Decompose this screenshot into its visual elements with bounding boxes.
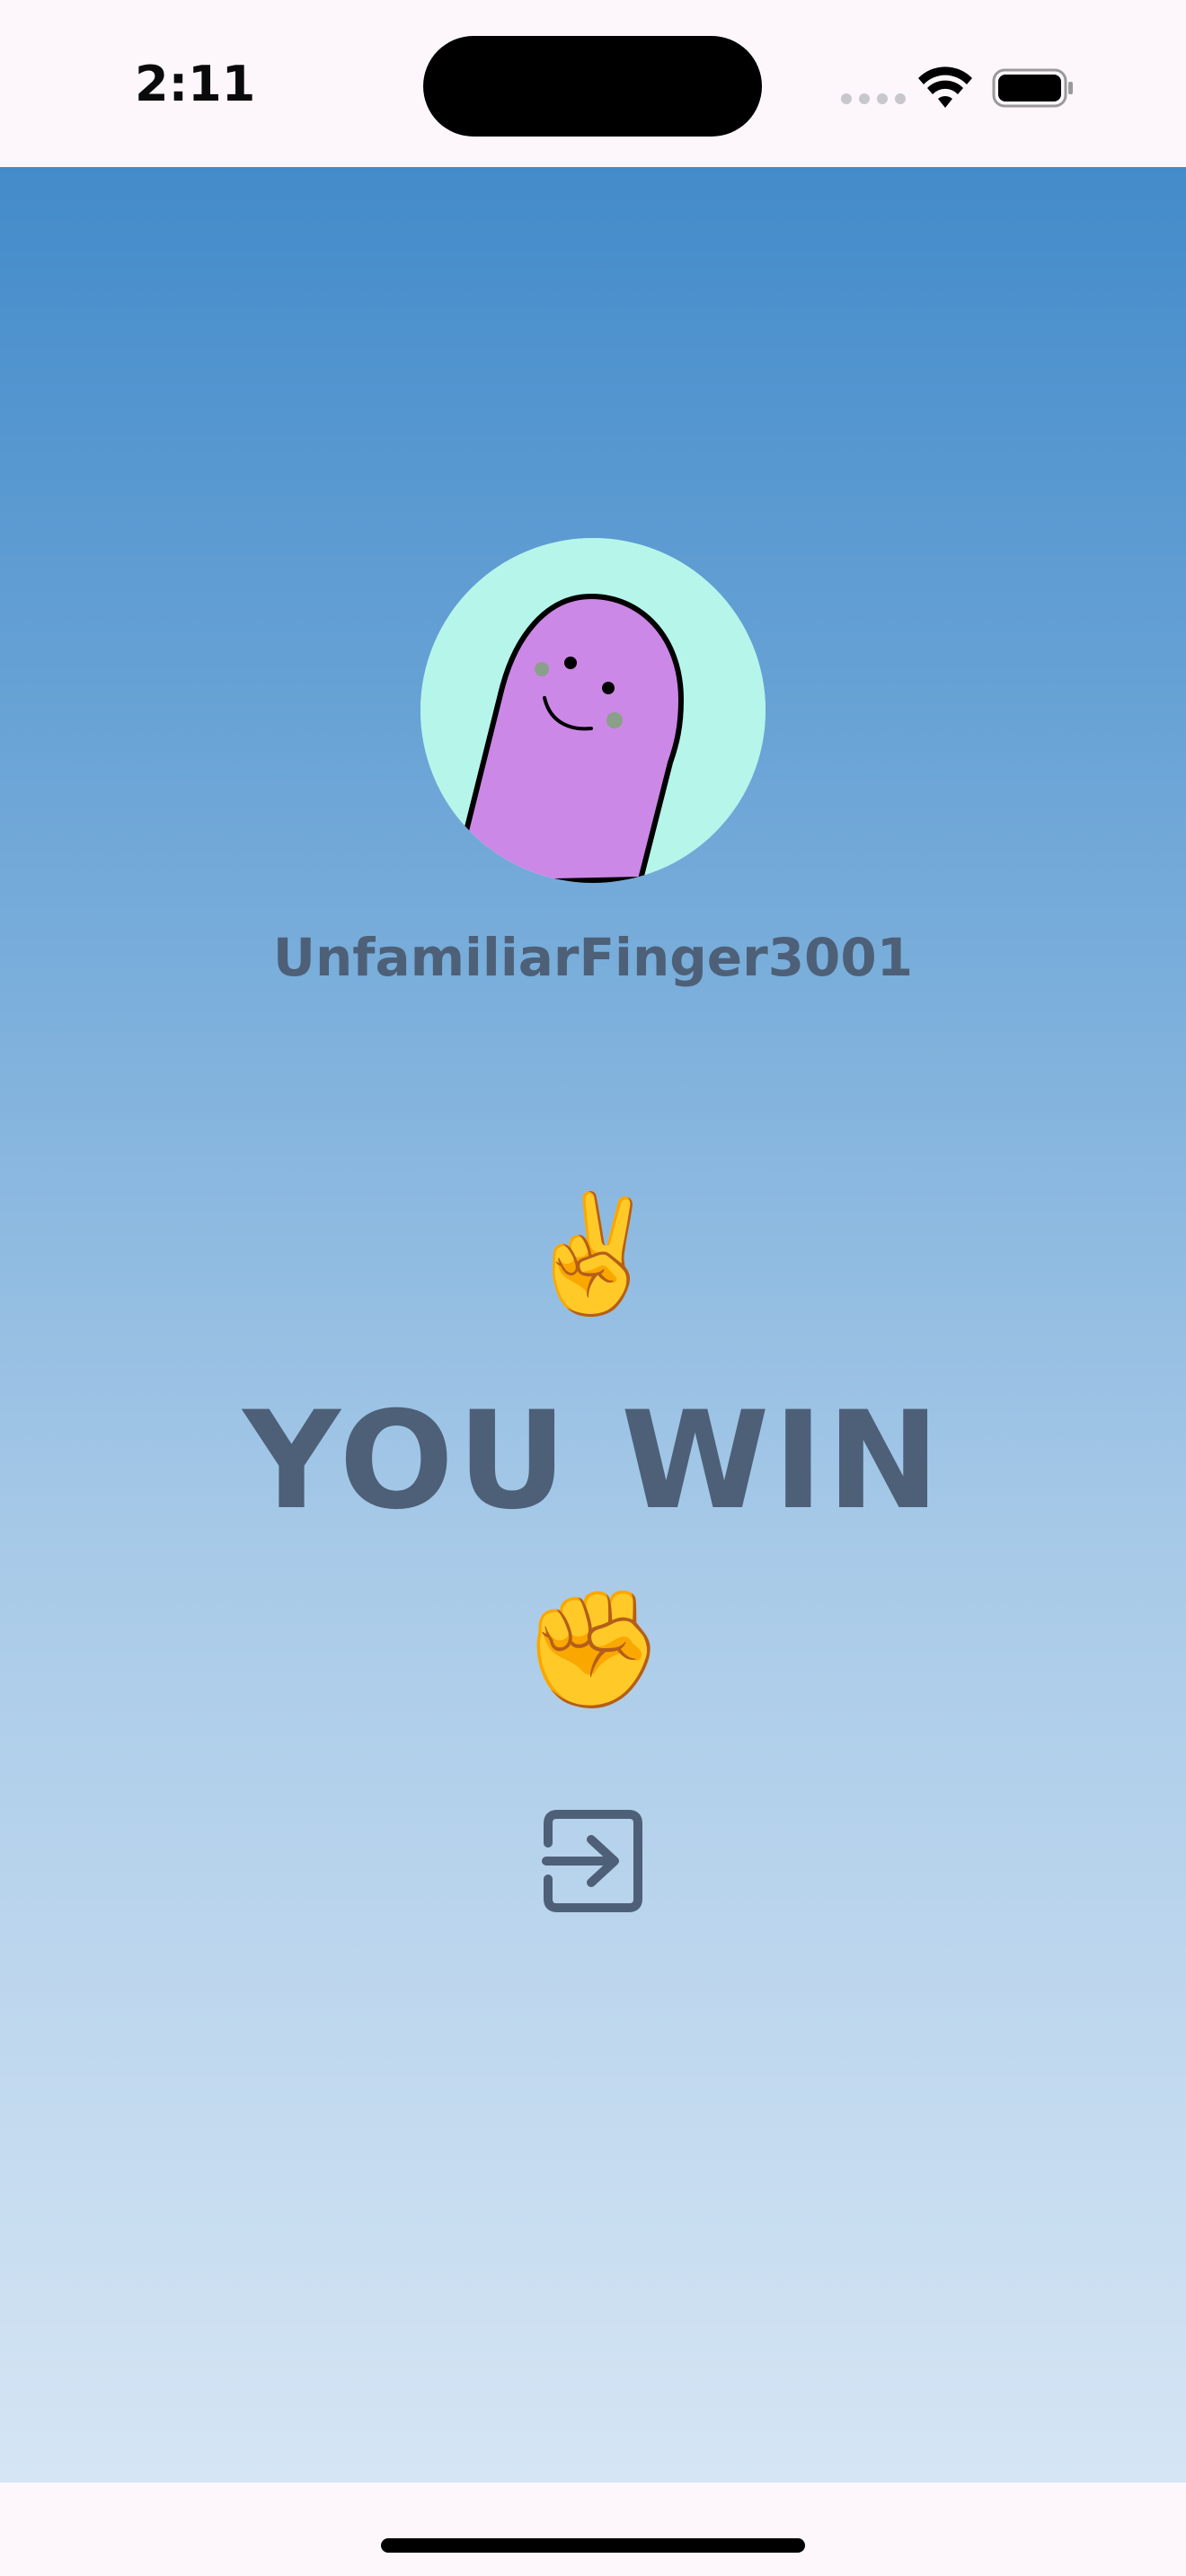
player-choice-emoji: ✊ [521,1585,665,1714]
wifi-icon [916,66,974,110]
username-label: UnfamiliarFinger3001 [272,927,914,988]
opponent-choice-emoji: ✌️ [521,1190,665,1319]
home-indicator[interactable] [381,2538,805,2553]
avatar [420,538,766,883]
result-label: YOU WIN [243,1383,943,1539]
status-time: 2:11 [135,56,256,112]
exit-button[interactable] [539,1807,647,1915]
status-bar: 2:11 [0,0,1186,167]
game-result-screen [0,167,1186,2483]
dynamic-island [423,36,762,137]
exit-icon [542,1810,642,1912]
battery-icon [992,68,1075,108]
signal-dots-icon [841,93,906,104]
